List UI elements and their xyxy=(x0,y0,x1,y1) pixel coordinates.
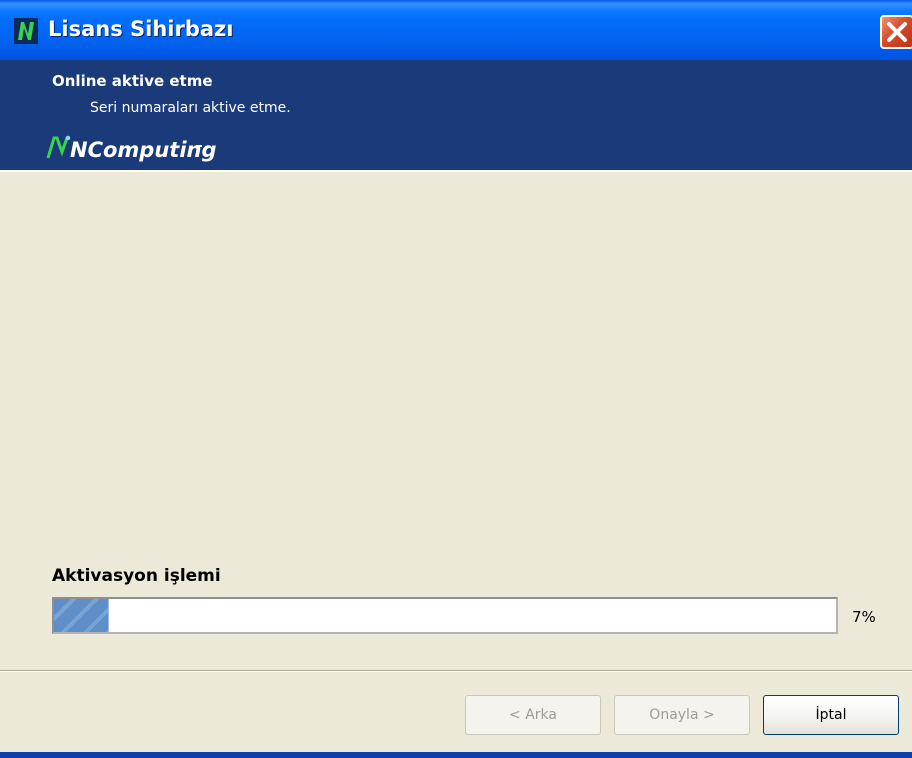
back-button[interactable]: < Arka xyxy=(465,695,601,735)
cancel-button[interactable]: İptal xyxy=(763,695,899,735)
svg-text:NComputing: NComputing xyxy=(70,138,216,162)
ncomputing-icon xyxy=(14,18,38,44)
wizard-header: Online aktive etme Seri numaraları aktiv… xyxy=(0,60,912,170)
header-divider xyxy=(0,170,912,172)
confirm-button[interactable]: Onayla > xyxy=(614,695,750,735)
window-title: Lisans Sihirbazı xyxy=(48,17,234,41)
progress-percent: 7% xyxy=(852,608,876,626)
close-button[interactable] xyxy=(880,15,912,49)
progress-fill xyxy=(54,599,109,632)
window-bottom-border xyxy=(0,752,912,758)
footer-divider-highlight xyxy=(0,671,912,672)
progress-label: Aktivasyon işlemi xyxy=(52,566,221,586)
ncomputing-logo: NComputing xyxy=(46,135,216,162)
activation-progress-bar xyxy=(52,597,838,634)
page-title: Online aktive etme xyxy=(52,72,213,90)
title-bar[interactable]: Lisans Sihirbazı xyxy=(0,0,912,60)
license-wizard-window: Lisans Sihirbazı Online aktive etme Seri… xyxy=(0,0,912,758)
page-subtitle: Seri numaraları aktive etme. xyxy=(90,100,291,116)
close-icon xyxy=(887,22,907,42)
